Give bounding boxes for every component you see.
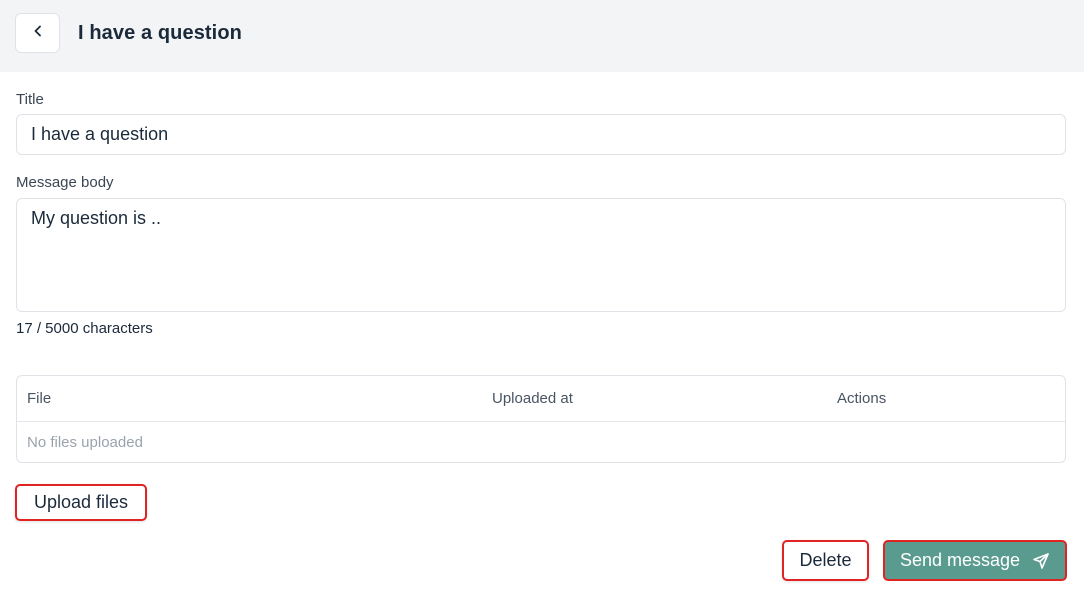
column-header-uploaded-at: Uploaded at: [492, 390, 573, 407]
send-icon: [1032, 552, 1050, 570]
delete-button[interactable]: Delete: [782, 540, 869, 581]
page-header: I have a question: [0, 0, 1084, 72]
files-table: File Uploaded at Actions No files upload…: [16, 375, 1066, 463]
send-message-button[interactable]: Send message: [883, 540, 1067, 581]
chevron-left-icon: [33, 24, 43, 42]
character-count: 17 / 5000 characters: [16, 320, 153, 337]
page-title: I have a question: [78, 22, 242, 44]
message-body-textarea[interactable]: My question is ..: [16, 198, 1066, 312]
empty-files-message: No files uploaded: [27, 434, 143, 451]
column-header-actions: Actions: [837, 390, 887, 407]
column-header-file: File: [27, 390, 52, 407]
upload-files-button[interactable]: Upload files: [15, 484, 147, 521]
title-input[interactable]: I have a question: [16, 114, 1066, 155]
title-label: Title: [16, 91, 44, 108]
send-message-label: Send message: [899, 550, 1021, 570]
back-button[interactable]: [15, 13, 60, 53]
table-divider: [17, 421, 1065, 422]
message-body-label: Message body: [16, 174, 114, 191]
